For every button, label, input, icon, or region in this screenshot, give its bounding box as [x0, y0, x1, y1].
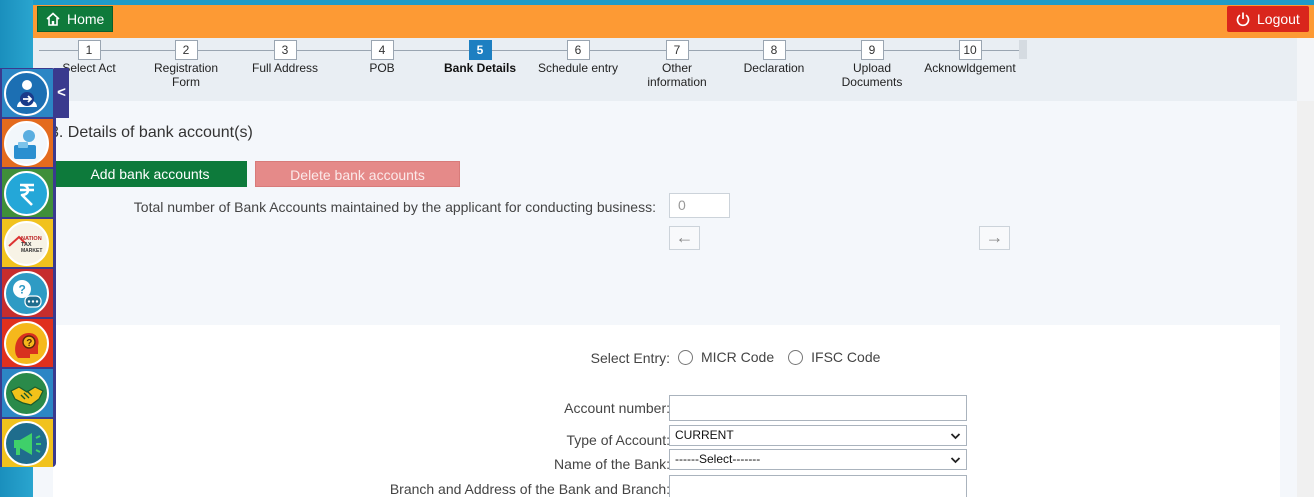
home-icon	[45, 11, 61, 27]
faq-head-icon: ?	[4, 321, 49, 366]
entry-type-radio-group: MICR Code IFSC Code	[678, 349, 894, 365]
tray-collapse-toggle[interactable]: <	[54, 68, 69, 118]
step-number: 7	[665, 40, 689, 60]
total-accounts-input[interactable]: 0	[669, 193, 730, 218]
tray-item-payment[interactable]	[2, 169, 53, 217]
step-label: Schedule entry	[537, 61, 619, 75]
app-window: Home Logout 1 Select Act 2 Registration …	[33, 0, 1314, 497]
power-icon	[1235, 11, 1251, 27]
select-entry-label: Select Entry:	[590, 350, 670, 366]
bank-name-value: ------Select-------	[675, 452, 761, 466]
step-number: 2	[174, 40, 198, 60]
step-acknowledgement[interactable]: 10 Acknowldgement	[920, 40, 1020, 75]
step-upload-documents[interactable]: 9 Upload Documents	[822, 40, 922, 89]
step-schedule-entry[interactable]: 6 Schedule entry	[528, 40, 628, 75]
step-label: Bank Details	[443, 61, 517, 75]
account-number-input[interactable]	[669, 395, 967, 421]
bank-name-select[interactable]: ------Select-------	[669, 449, 967, 470]
step-label: Full Address	[251, 61, 319, 75]
step-label: Acknowldgement	[924, 61, 1016, 75]
taxpayer-login-icon	[4, 71, 49, 116]
megaphone-icon	[4, 421, 49, 466]
step-pob[interactable]: 4 POB	[332, 40, 432, 75]
step-full-address[interactable]: 3 Full Address	[235, 40, 335, 75]
ifsc-label: IFSC Code	[811, 349, 881, 365]
step-declaration[interactable]: 8 Declaration	[724, 40, 824, 75]
user-profile-icon	[4, 121, 49, 166]
delete-bank-accounts-button[interactable]: Delete bank accounts	[255, 161, 460, 187]
step-number: 10	[958, 40, 982, 60]
tray-item-user[interactable]	[2, 119, 53, 167]
step-other-information[interactable]: 7 Other information	[627, 40, 727, 89]
account-number-label: Account number:	[564, 400, 670, 416]
micr-radio[interactable]	[678, 349, 693, 365]
ifsc-radio[interactable]	[788, 349, 804, 365]
quick-access-tray: NATION TAX MARKET ? ?	[0, 68, 56, 467]
account-type-value: CURRENT	[675, 428, 734, 442]
tray-item-faq[interactable]: ?	[2, 319, 53, 367]
tray-item-announcements[interactable]	[2, 419, 53, 467]
steps-scroll-edge	[1019, 40, 1027, 59]
nation-tax-market-logo: NATION TAX MARKET	[4, 221, 49, 266]
account-type-label: Type of Account:	[566, 432, 670, 448]
chat-help-icon: ?	[4, 271, 49, 316]
wizard-steps: 1 Select Act 2 Registration Form 3 Full …	[33, 38, 1297, 101]
step-bank-details[interactable]: 5 Bank Details	[430, 40, 530, 75]
tray-item-partnership[interactable]	[2, 369, 53, 417]
bank-name-label: Name of the Bank:	[554, 456, 670, 472]
step-number: 4	[370, 40, 394, 60]
step-label: Upload Documents	[841, 61, 903, 89]
step-number: 3	[273, 40, 297, 60]
micr-label: MICR Code	[701, 349, 775, 365]
step-label: Other information	[647, 61, 707, 89]
next-account-button[interactable]: →	[979, 226, 1010, 250]
tray-item-nation-tax-market[interactable]: NATION TAX MARKET	[2, 219, 53, 267]
step-label: Registration Form	[153, 61, 219, 89]
page-scrollbar[interactable]	[1297, 101, 1314, 497]
step-label: Declaration	[743, 61, 805, 75]
main-content: 3. Details of bank account(s) Add bank a…	[33, 101, 1297, 497]
tray-item-help-chat[interactable]: ?	[2, 269, 53, 317]
rupee-icon	[4, 171, 49, 216]
chevron-down-icon	[950, 429, 961, 441]
svg-text:MARKET: MARKET	[21, 248, 42, 254]
account-type-select[interactable]: CURRENT	[669, 425, 967, 446]
branch-address-label: Branch and Address of the Bank and Branc…	[389, 481, 670, 497]
home-label: Home	[67, 11, 105, 27]
step-number: 8	[762, 40, 786, 60]
step-label: POB	[369, 61, 395, 75]
step-number: 6	[566, 40, 590, 60]
chevron-down-icon	[950, 453, 961, 465]
prev-account-button[interactable]: ←	[669, 226, 700, 250]
step-number: 1	[77, 40, 101, 60]
logout-button[interactable]: Logout	[1227, 6, 1309, 32]
add-bank-accounts-button[interactable]: Add bank accounts	[53, 161, 247, 187]
header-bar: Home Logout	[33, 5, 1314, 38]
branch-address-input[interactable]	[669, 475, 967, 497]
step-number: 9	[860, 40, 884, 60]
section-title: 3. Details of bank account(s)	[50, 124, 253, 141]
ifsc-option[interactable]: IFSC Code	[788, 349, 880, 365]
micr-option[interactable]: MICR Code	[678, 349, 774, 365]
handshake-icon	[4, 371, 49, 416]
svg-text:?: ?	[18, 282, 25, 296]
total-accounts-label: Total number of Bank Accounts maintained…	[133, 199, 656, 215]
tray-item-taxpayer[interactable]	[2, 69, 53, 117]
logout-label: Logout	[1257, 11, 1300, 27]
step-registration-form[interactable]: 2 Registration Form	[136, 40, 236, 89]
svg-text:?: ?	[26, 338, 32, 349]
step-number: 5	[468, 40, 492, 60]
home-button[interactable]: Home	[37, 6, 113, 32]
